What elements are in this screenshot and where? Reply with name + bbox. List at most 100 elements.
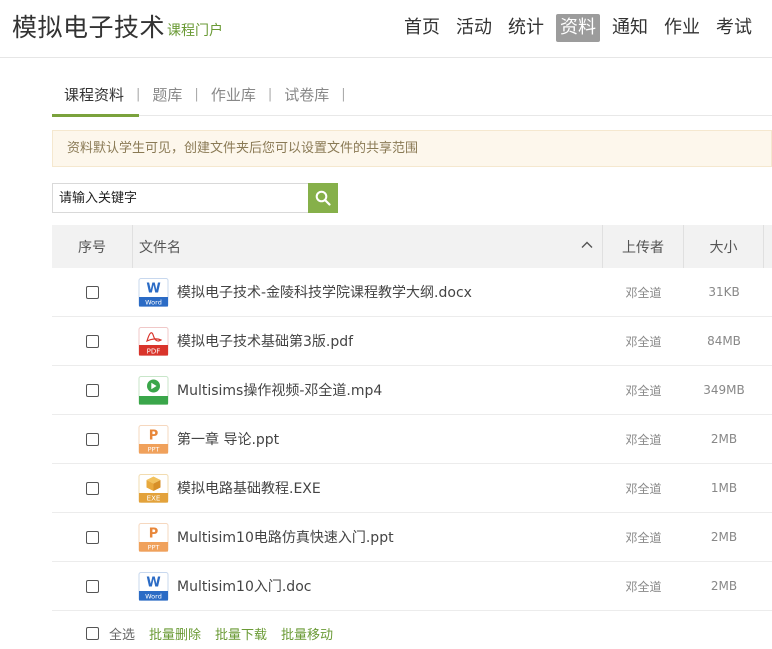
file-name[interactable]: 模拟电路基础教程.EXE — [177, 478, 321, 498]
svg-text:W: W — [146, 281, 160, 296]
file-name[interactable]: 模拟电子技术-金陵科技学院课程教学大纲.docx — [177, 282, 472, 302]
main-nav: 首页 活动 统计 资料 通知 作业 考试 — [392, 14, 756, 42]
file-name-cell[interactable]: P PPT Multisim10电路仿真快速入门.ppt — [133, 522, 603, 552]
row-select-cell — [52, 383, 133, 397]
file-name[interactable]: 模拟电子技术基础第3版.pdf — [177, 331, 353, 351]
uploader: 邓全道 — [625, 285, 662, 300]
brand[interactable]: 模拟电子技术 课程门户 — [12, 12, 223, 44]
row-select-cell — [52, 432, 133, 446]
row-select-cell — [52, 334, 133, 348]
file-name-cell[interactable]: EXE 模拟电路基础教程.EXE — [133, 473, 603, 503]
uploader: 邓全道 — [625, 383, 662, 398]
file-name-cell[interactable]: PDF 模拟电子技术基础第3版.pdf — [133, 326, 603, 356]
file-name-cell[interactable]: W Word Multisim10入门.doc — [133, 571, 603, 601]
pdf-file-icon: PDF — [138, 326, 169, 356]
batch-move-button[interactable]: 批量移动 — [281, 624, 333, 643]
ppt-file-icon: P PPT — [138, 424, 169, 454]
word-file-icon: W Word — [138, 571, 169, 601]
tab-homework-bank[interactable]: 作业库 — [199, 84, 268, 105]
nav-materials[interactable]: 资料 — [556, 14, 600, 42]
select-all-label: 全选 — [109, 628, 136, 643]
nav-homework[interactable]: 作业 — [660, 14, 704, 42]
search-bar — [52, 183, 338, 213]
table-header: 序号 文件名 上传者 大小 — [52, 225, 772, 268]
table-row[interactable]: W Word Multisim10入门.doc 邓全道 2MB — [52, 562, 772, 611]
file-name[interactable]: Multisim10电路仿真快速入门.ppt — [177, 527, 394, 547]
table-row[interactable]: P PPT Multisim10电路仿真快速入门.ppt 邓全道 2MB — [52, 513, 772, 562]
row-checkbox[interactable] — [86, 481, 99, 495]
visibility-notice: 资料默认学生可见，创建文件夹后您可以设置文件的共享范围 — [52, 130, 772, 167]
material-subtabs: 课程资料 | 题库 | 作业库 | 试卷库 | — [52, 74, 772, 117]
file-size: 84MB — [707, 334, 741, 348]
file-name-cell[interactable]: Multisims操作视频-邓全道.mp4 — [133, 375, 603, 405]
uploader: 邓全道 — [625, 579, 662, 594]
row-checkbox[interactable] — [86, 285, 99, 299]
table-row[interactable]: Multisims操作视频-邓全道.mp4 邓全道 349MB — [52, 366, 772, 415]
batch-download-button[interactable]: 批量下载 — [215, 624, 267, 643]
header-seq: 序号 — [52, 225, 133, 268]
svg-text:Word: Word — [145, 298, 162, 306]
file-size: 349MB — [703, 383, 745, 397]
word-file-icon: W Word — [138, 277, 169, 307]
row-checkbox[interactable] — [86, 383, 99, 397]
video-file-icon — [138, 375, 169, 405]
file-table: 序号 文件名 上传者 大小 W Word 模拟电子技术-金陵科技学院课程教学大纲.d… — [52, 225, 772, 611]
svg-text:P: P — [149, 526, 159, 541]
tab-separator: | — [341, 86, 346, 102]
course-portal-label: 课程门户 — [167, 23, 224, 39]
nav-notices[interactable]: 通知 — [608, 14, 652, 42]
search-icon — [315, 190, 331, 206]
search-button[interactable] — [308, 183, 338, 213]
file-size: 2MB — [710, 432, 738, 446]
svg-text:W: W — [146, 575, 160, 590]
tab-paper-bank[interactable]: 试卷库 — [272, 84, 341, 105]
select-all-checkbox[interactable] — [86, 627, 99, 640]
header-filename[interactable]: 文件名 — [133, 225, 603, 268]
nav-statistics[interactable]: 统计 — [504, 14, 548, 42]
table-row[interactable]: P PPT 第一章 导论.ppt 邓全道 2MB — [52, 415, 772, 464]
row-select-cell — [52, 530, 133, 544]
file-name-cell[interactable]: P PPT 第一章 导论.ppt — [133, 424, 603, 454]
header-filename-label: 文件名 — [139, 239, 181, 256]
row-checkbox[interactable] — [86, 579, 99, 593]
row-select-cell — [52, 285, 133, 299]
table-row[interactable]: PDF 模拟电子技术基础第3版.pdf 邓全道 84MB — [52, 317, 772, 366]
header-size: 大小 — [684, 225, 764, 268]
header-uploader: 上传者 — [603, 225, 684, 268]
batch-delete-button[interactable]: 批量删除 — [149, 624, 201, 643]
batch-actions-bar: 全选 批量删除 批量下载 批量移动 — [86, 624, 347, 643]
ppt-file-icon: P PPT — [138, 522, 169, 552]
uploader: 邓全道 — [625, 334, 662, 349]
nav-activities[interactable]: 活动 — [452, 14, 496, 42]
file-size: 1MB — [710, 481, 738, 495]
tab-question-bank[interactable]: 题库 — [140, 84, 194, 105]
file-name[interactable]: Multisim10入门.doc — [177, 576, 311, 596]
svg-text:PPT: PPT — [148, 543, 160, 551]
file-name[interactable]: 第一章 导论.ppt — [177, 429, 279, 449]
file-size: 31KB — [708, 285, 740, 299]
file-name-cell[interactable]: W Word 模拟电子技术-金陵科技学院课程教学大纲.docx — [133, 277, 603, 307]
uploader: 邓全道 — [625, 432, 662, 447]
tab-course-materials[interactable]: 课程资料 — [52, 84, 136, 105]
file-name[interactable]: Multisims操作视频-邓全道.mp4 — [177, 380, 382, 400]
nav-home[interactable]: 首页 — [400, 14, 444, 42]
table-body: W Word 模拟电子技术-金陵科技学院课程教学大纲.docx 邓全道 31KB PDF 模… — [52, 268, 772, 611]
active-tab-underline — [52, 114, 139, 117]
course-title: 模拟电子技术 — [12, 13, 166, 42]
file-size: 2MB — [710, 530, 738, 544]
uploader: 邓全道 — [625, 530, 662, 545]
table-row[interactable]: W Word 模拟电子技术-金陵科技学院课程教学大纲.docx 邓全道 31KB — [52, 268, 772, 317]
table-row[interactable]: EXE 模拟电路基础教程.EXE 邓全道 1MB — [52, 464, 772, 513]
nav-exams[interactable]: 考试 — [712, 14, 756, 42]
chevron-up-icon[interactable] — [580, 238, 594, 252]
svg-text:Word: Word — [145, 592, 162, 600]
row-checkbox[interactable] — [86, 334, 99, 348]
svg-text:PDF: PDF — [147, 347, 161, 355]
row-checkbox[interactable] — [86, 530, 99, 544]
search-input[interactable] — [52, 183, 308, 213]
svg-text:EXE: EXE — [147, 494, 161, 502]
svg-text:P: P — [149, 428, 159, 443]
row-checkbox[interactable] — [86, 432, 99, 446]
row-select-cell — [52, 579, 133, 593]
uploader: 邓全道 — [625, 481, 662, 496]
